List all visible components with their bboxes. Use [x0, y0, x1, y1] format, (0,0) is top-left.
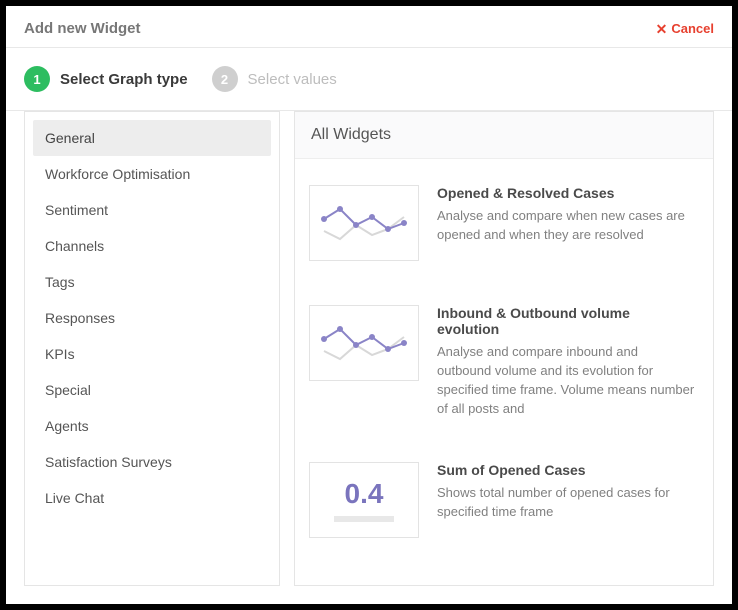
- widget-title: Inbound & Outbound volume evolution: [437, 305, 695, 337]
- sidebar-item-workforce-optimisation[interactable]: Workforce Optimisation: [33, 156, 271, 192]
- step-badge: 1: [24, 66, 50, 92]
- kpi-bar-icon: [334, 516, 394, 522]
- step-badge: 2: [212, 66, 238, 92]
- widget-thumb: [309, 185, 419, 261]
- modal-header: Add new Widget ✕ Cancel: [6, 6, 732, 47]
- widget-meta: Sum of Opened Cases Shows total number o…: [437, 462, 695, 538]
- widget-meta: Opened & Resolved Cases Analyse and comp…: [437, 185, 695, 261]
- widget-list[interactable]: Opened & Resolved Cases Analyse and comp…: [295, 159, 713, 585]
- widget-meta: Inbound & Outbound volume evolution Anal…: [437, 305, 695, 418]
- cancel-label: Cancel: [671, 21, 714, 36]
- widget-title: Sum of Opened Cases: [437, 462, 695, 478]
- close-icon: ✕: [656, 22, 668, 36]
- step-1[interactable]: 1 Select Graph type: [24, 66, 188, 92]
- step-label: Select values: [248, 71, 337, 88]
- modal-content: General Workforce Optimisation Sentiment…: [6, 111, 732, 604]
- modal-title: Add new Widget: [24, 20, 141, 37]
- sidebar-item-kpis[interactable]: KPIs: [33, 336, 271, 372]
- widget-item-opened-resolved-cases[interactable]: Opened & Resolved Cases Analyse and comp…: [299, 163, 705, 283]
- widget-item-sum-opened-cases[interactable]: 0.4 Sum of Opened Cases Shows total numb…: [299, 440, 705, 560]
- sidebar-item-general[interactable]: General: [33, 120, 271, 156]
- widget-description: Analyse and compare when new cases are o…: [437, 207, 695, 245]
- sidebar-item-channels[interactable]: Channels: [33, 228, 271, 264]
- line-chart-icon: [318, 195, 410, 251]
- line-chart-icon: [318, 315, 410, 371]
- category-sidebar: General Workforce Optimisation Sentiment…: [24, 111, 280, 586]
- sidebar-item-special[interactable]: Special: [33, 372, 271, 408]
- sidebar-item-live-chat[interactable]: Live Chat: [33, 480, 271, 516]
- widget-item-inbound-outbound-volume[interactable]: Inbound & Outbound volume evolution Anal…: [299, 283, 705, 440]
- sidebar-item-satisfaction-surveys[interactable]: Satisfaction Surveys: [33, 444, 271, 480]
- sidebar-item-agents[interactable]: Agents: [33, 408, 271, 444]
- step-2[interactable]: 2 Select values: [212, 66, 337, 92]
- widget-description: Shows total number of opened cases for s…: [437, 484, 695, 522]
- wizard-steps: 1 Select Graph type 2 Select values: [6, 48, 732, 110]
- sidebar-item-tags[interactable]: Tags: [33, 264, 271, 300]
- sidebar-item-sentiment[interactable]: Sentiment: [33, 192, 271, 228]
- cancel-button[interactable]: ✕ Cancel: [656, 21, 714, 36]
- step-label: Select Graph type: [60, 71, 188, 88]
- widget-panel-header: All Widgets: [295, 112, 713, 159]
- widget-title: Opened & Resolved Cases: [437, 185, 695, 201]
- kpi-value: 0.4: [345, 478, 384, 510]
- add-widget-modal: Add new Widget ✕ Cancel 1 Select Graph t…: [6, 6, 732, 604]
- widget-thumb: [309, 305, 419, 381]
- widget-description: Analyse and compare inbound and outbound…: [437, 343, 695, 418]
- sidebar-item-responses[interactable]: Responses: [33, 300, 271, 336]
- widget-panel: All Widgets: [294, 111, 714, 586]
- widget-thumb: 0.4: [309, 462, 419, 538]
